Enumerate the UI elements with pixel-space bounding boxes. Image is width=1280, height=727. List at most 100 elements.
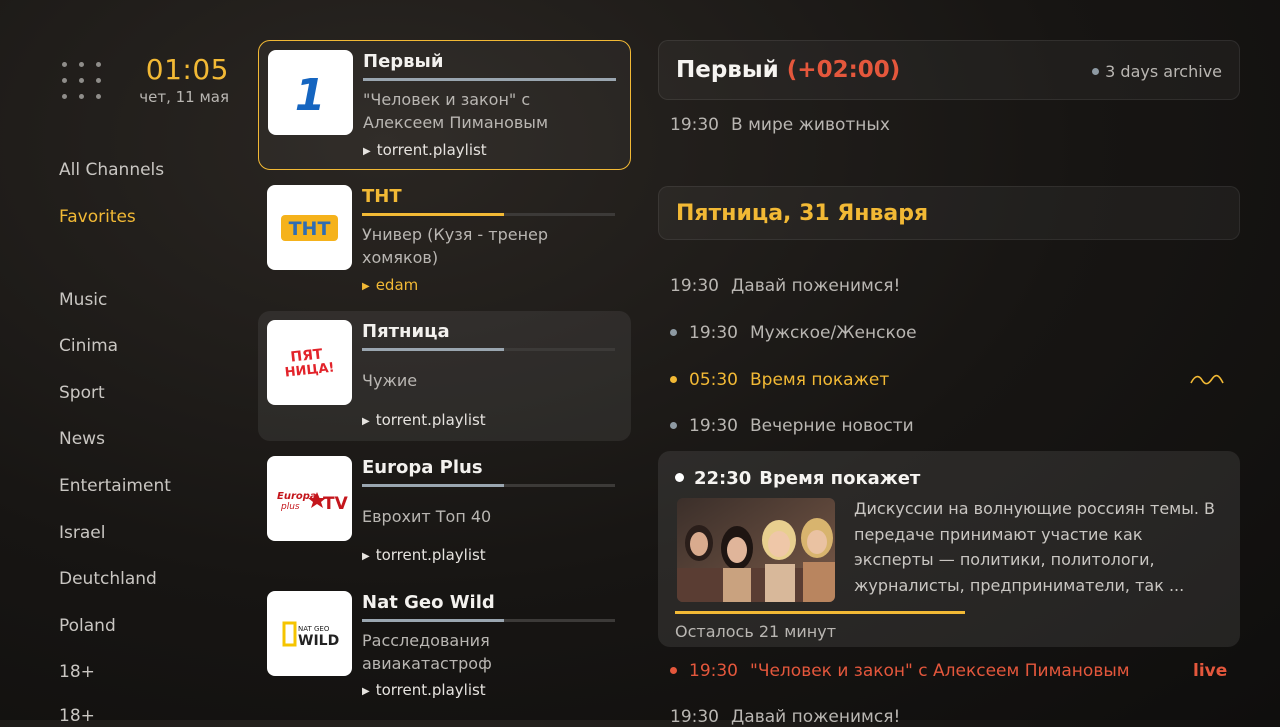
channel-current-show: Расследования авиакатастроф	[362, 631, 492, 673]
epg-item-time: 19:30	[689, 416, 738, 436]
live-badge[interactable]: live	[1193, 661, 1227, 681]
channel-source[interactable]: ▶ torrent.playlist	[363, 141, 487, 159]
channel-card-tnt[interactable]: ТНТ ТНТ Универ (Кузя - тренер хомяков) ▶…	[258, 176, 631, 306]
archive-info: 3 days archive	[1092, 62, 1222, 81]
now-dot-icon	[675, 473, 684, 482]
epg-item-time: 19:30	[670, 115, 719, 135]
category-poland[interactable]: Poland	[59, 616, 116, 636]
play-icon: ▶	[362, 281, 370, 292]
channel-source-label: torrent.playlist	[375, 681, 486, 699]
epg-item-title: Время покажет	[750, 370, 890, 390]
current-program-description: Дискуссии на волнующие россиян темы. В п…	[854, 499, 1216, 595]
channel-source[interactable]: ▶ torrent.playlist	[362, 546, 486, 564]
channel-progress	[362, 484, 615, 487]
channel-progress-fill	[362, 348, 504, 351]
current-program-card[interactable]: 22:30 Время покажет Дискуссии на волнующи…	[658, 451, 1240, 647]
archive-dot-icon	[1092, 68, 1100, 75]
tnt-logo-text: ТНТ	[289, 218, 331, 240]
channel-progress-fill	[363, 78, 616, 81]
current-program-progress	[675, 611, 966, 614]
epg-item-title: Мужское/Женское	[750, 323, 917, 343]
europa-logo-tv: TV	[323, 494, 349, 514]
current-program-remaining: Осталось 21 минут	[675, 622, 837, 641]
category-all-channels[interactable]: All Channels	[59, 160, 164, 180]
current-program-time: 22:30	[694, 468, 752, 489]
channel-source[interactable]: ▶ edam	[362, 276, 418, 294]
category-favorites[interactable]: Favorites	[59, 207, 136, 227]
europa-logo-line1: Europa	[277, 491, 317, 502]
channel-name: Nat Geo Wild	[362, 592, 495, 613]
channel-progress	[363, 78, 616, 81]
channel-name: ТНТ	[362, 186, 402, 207]
perviy-logo: 1	[268, 50, 353, 135]
natgeo-logo-line1: NAT GEO	[298, 625, 330, 633]
current-program-name: Время покажет	[759, 468, 921, 489]
channel-card-nat-geo-wild[interactable]: NAT GEO WILD Nat Geo Wild Расследования …	[258, 582, 631, 712]
category-sport[interactable]: Sport	[59, 383, 105, 403]
channel-source-label: torrent.playlist	[375, 411, 486, 429]
channel-source-label: torrent.playlist	[375, 546, 486, 564]
epg-item[interactable]: 19:30 Вечерние новости	[670, 416, 914, 436]
channel-card-perviy[interactable]: 1 Первый "Человек и закон" с Алексеем Пи…	[258, 40, 631, 170]
channel-source[interactable]: ▶ torrent.playlist	[362, 681, 486, 699]
play-icon: ▶	[363, 146, 371, 157]
play-icon: ▶	[362, 551, 370, 562]
epg-channel-title: Первый (+02:00)	[676, 57, 900, 83]
category-music[interactable]: Music	[59, 290, 107, 310]
epg-item-recording[interactable]: 05:30 Время покажет	[670, 370, 889, 390]
clock-date: чет, 11 мая	[139, 88, 229, 106]
perviy-logo-mark: 1	[295, 70, 326, 121]
category-18plus[interactable]: 18+	[59, 662, 95, 682]
channel-progress	[362, 619, 615, 622]
epg-item[interactable]: 19:30 В мире животных	[670, 115, 890, 135]
channel-progress	[362, 348, 615, 351]
epg-day-title: Пятница, 31 Января	[676, 201, 929, 226]
europa-logo-line2: plus	[280, 502, 300, 512]
channel-source-label: edam	[375, 276, 419, 294]
channel-progress-fill	[362, 484, 504, 487]
archive-label: 3 days archive	[1105, 62, 1222, 81]
pyatnica-logo: ПЯТ НИЦА!	[267, 320, 352, 405]
clock-time: 01:05	[145, 53, 229, 86]
category-entertaiment[interactable]: Entertaiment	[59, 476, 171, 496]
epg-item-title: Давай поженимся!	[731, 707, 901, 727]
channel-progress-fill	[362, 619, 504, 622]
channel-progress-fill	[362, 213, 504, 216]
epg-item-time: 05:30	[689, 370, 738, 390]
category-news[interactable]: News	[59, 429, 105, 449]
epg-item-live[interactable]: 19:30 "Человек и закон" с Алексеем Пимано…	[670, 661, 1130, 681]
epg-item[interactable]: 19:30 Давай поженимся!	[670, 276, 900, 296]
nat-geo-wild-logo: NAT GEO WILD	[267, 591, 352, 676]
channel-source[interactable]: ▶ torrent.playlist	[362, 411, 486, 429]
epg-item-time: 19:30	[670, 707, 719, 727]
clock: 01:05 чет, 11 мая	[139, 53, 229, 107]
epg-item-title: В мире животных	[731, 115, 890, 135]
channel-card-europa-plus[interactable]: Europa plus TV Europa Plus Еврохит Топ 4…	[258, 447, 631, 577]
epg-item[interactable]: 19:30 Давай поженимся!	[670, 707, 900, 727]
epg-item-dot-icon	[670, 329, 677, 336]
epg-day-header: Пятница, 31 Января	[658, 186, 1240, 240]
grid-menu-icon[interactable]	[60, 60, 104, 104]
channel-source-label: torrent.playlist	[376, 141, 487, 159]
category-cinima[interactable]: Cinima	[59, 336, 118, 356]
natgeo-logo-line2: WILD	[298, 633, 339, 649]
epg-item-title: Вечерние новости	[750, 416, 914, 436]
epg-item-dot-icon	[670, 376, 677, 383]
epg-channel-name: Первый	[676, 57, 779, 83]
epg-item-title: Давай поженимся!	[731, 276, 901, 296]
channel-card-pyatnica[interactable]: ПЯТ НИЦА! Пятница Чужие ▶ torrent.playlis…	[258, 311, 631, 441]
wave-icon	[1190, 374, 1224, 385]
epg-item[interactable]: 19:30 Мужское/Женское	[670, 323, 917, 343]
tnt-logo: ТНТ	[267, 185, 352, 270]
europa-plus-logo: Europa plus TV	[267, 456, 352, 541]
category-israel[interactable]: Israel	[59, 523, 105, 543]
channel-name: Europa Plus	[362, 457, 483, 478]
epg-header: Первый (+02:00) 3 days archive	[658, 40, 1240, 100]
current-program-title: 22:30 Время покажет	[675, 468, 920, 489]
epg-item-time: 19:30	[689, 323, 738, 343]
category-deutchland[interactable]: Deutchland	[59, 569, 157, 589]
channel-current-show: Чужие	[362, 371, 418, 390]
epg-item-time: 19:30	[689, 661, 738, 681]
live-dot-icon	[670, 667, 677, 674]
category-18plus-2[interactable]: 18+	[59, 706, 95, 726]
